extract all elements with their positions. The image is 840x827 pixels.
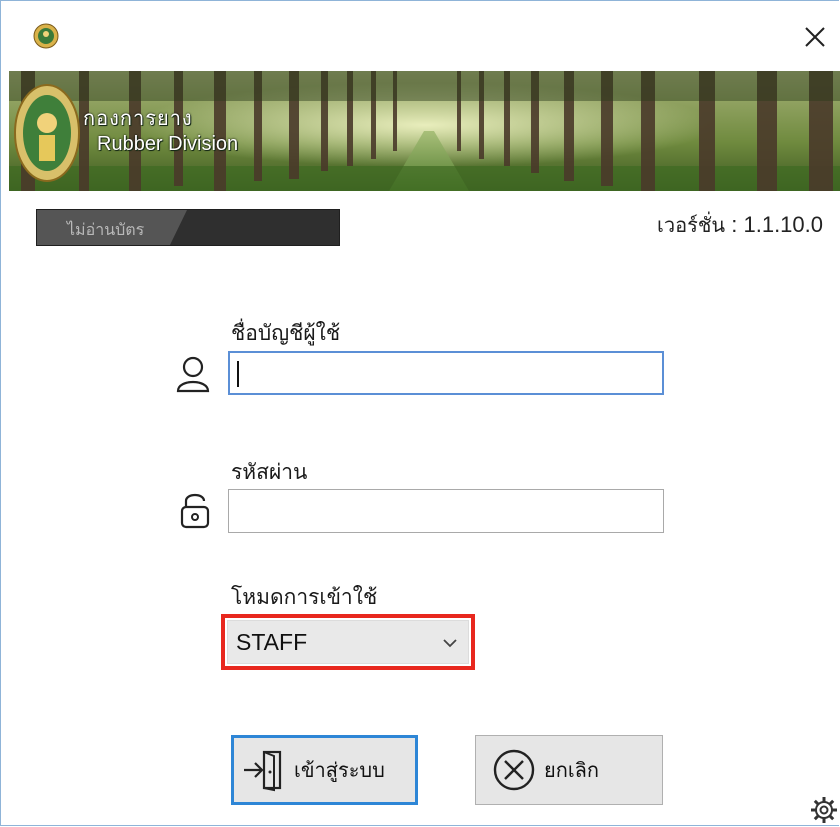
username-input[interactable]	[228, 351, 664, 395]
sign-in-door-icon	[244, 750, 282, 792]
close-icon	[805, 27, 825, 47]
login-button[interactable]: เข้าสู่ระบบ	[231, 735, 418, 805]
card-reader-status-text: ไม่อ่านบัตร	[67, 220, 145, 239]
close-button[interactable]	[797, 19, 833, 55]
login-button-label: เข้าสู่ระบบ	[294, 758, 385, 782]
cancel-x-circle-icon	[493, 749, 535, 791]
user-icon	[176, 356, 210, 393]
text-caret	[237, 361, 239, 387]
cancel-button[interactable]: ยกเลิก	[475, 735, 663, 805]
gear-icon[interactable]	[809, 795, 839, 825]
title-bar	[1, 1, 840, 69]
version-label: เวอร์ชั่น : 1.1.10.0	[657, 209, 823, 241]
password-input[interactable]	[228, 489, 664, 533]
logo-english-text: Rubber Division	[97, 133, 239, 155]
rubber-division-seal	[14, 84, 80, 182]
password-label: รหัสผ่าน	[231, 460, 308, 484]
version-label-text: เวอร์ชั่น	[657, 213, 726, 237]
mode-select-value: STAFF	[236, 629, 308, 655]
card-reader-status: ไม่อ่านบัตร	[36, 209, 340, 246]
login-window: กองการยาง Rubber Division ไม่อ่านบัตร เว…	[0, 0, 840, 826]
version-separator: :	[731, 212, 738, 237]
lock-icon	[180, 493, 210, 529]
cancel-button-label: ยกเลิก	[544, 758, 600, 782]
version-value: 1.1.10.0	[743, 212, 823, 237]
username-label: ชื่อบัญชีผู้ใช้	[231, 321, 341, 345]
rubber-division-seal-icon	[33, 23, 59, 49]
mode-label: โหมดการเข้าใช้	[231, 585, 378, 609]
chevron-down-icon	[443, 639, 457, 648]
logo-thai-text: กองการยาง	[83, 106, 193, 130]
mode-select[interactable]: STAFF	[227, 620, 469, 664]
